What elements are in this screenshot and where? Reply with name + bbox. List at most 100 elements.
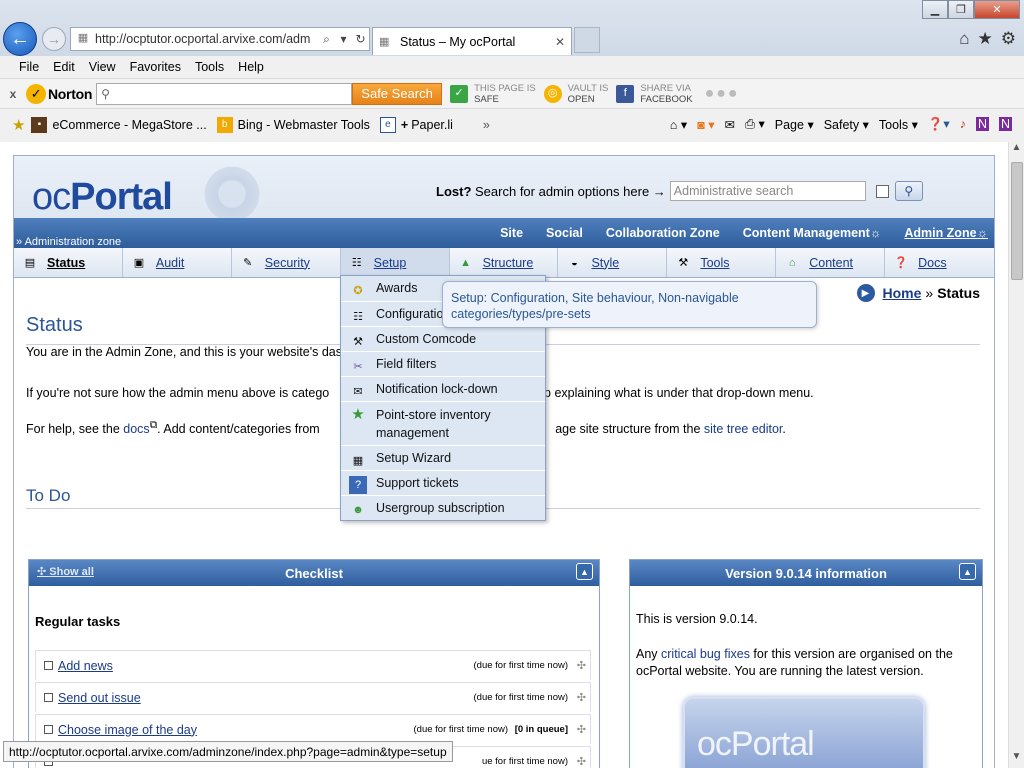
menu-file[interactable]: File [19, 60, 39, 74]
refresh-icon[interactable]: ↻ [352, 32, 369, 46]
intro-help-b: . Add content/categories from [157, 422, 324, 437]
task-checkbox[interactable] [44, 693, 53, 702]
menu-item-setup-wizard[interactable]: ▦ Setup Wizard [341, 446, 545, 471]
site-logo[interactable]: ocPortal [32, 176, 173, 219]
favorite-paperli[interactable]: e + Paper.li [379, 116, 453, 133]
safety-menu[interactable]: Safety ▾ [824, 117, 869, 132]
wrench-icon[interactable]: ✣ [577, 691, 586, 704]
show-all-link[interactable]: ✣ Show all [37, 565, 94, 578]
external-link-icon: ⧉ [149, 420, 158, 431]
tab-style[interactable]: ◒ Style [558, 248, 668, 277]
menu-favorites[interactable]: Favorites [130, 60, 181, 74]
page-menu[interactable]: Page ▾ [775, 117, 814, 132]
back-button[interactable]: ← [3, 22, 37, 56]
scroll-down-icon[interactable]: ▼ [1009, 751, 1024, 768]
rss-icon[interactable]: ◙ ▾ [697, 117, 714, 132]
task-link[interactable]: Send out issue [58, 691, 141, 705]
collapse-icon[interactable]: ▲ [576, 563, 593, 580]
search-go-button[interactable]: ⚲ [894, 181, 923, 201]
maximize-button[interactable]: ❐ [948, 0, 974, 19]
settings-gear-icon[interactable]: ⚙ [1001, 29, 1016, 49]
task-checkbox[interactable] [44, 661, 53, 670]
menu-item-custom-comcode[interactable]: ⚒ Custom Comcode [341, 327, 545, 352]
safe-search-button[interactable]: Safe Search [352, 82, 443, 105]
favorites-star-icon[interactable]: ★ [12, 116, 25, 134]
addon-icon[interactable]: ♪ [960, 117, 966, 131]
tab-structure[interactable]: ▲ Structure [450, 248, 559, 277]
version-header: Version 9.0.14 information ▲ [630, 560, 982, 586]
admin-search-input[interactable]: Administrative search [669, 181, 866, 201]
tab-audit[interactable]: ▣ Audit [123, 248, 232, 277]
critical-bug-fixes-link[interactable]: critical bug fixes [661, 647, 750, 661]
menu-item-usergroup-subscription[interactable]: ☻ Usergroup subscription [341, 496, 545, 521]
wrench-icon[interactable]: ✣ [577, 723, 586, 736]
menu-item-point-store[interactable]: ★ Point-store inventory management [341, 402, 545, 446]
breadcrumb-home[interactable]: Home [883, 285, 922, 301]
task-link[interactable]: Choose image of the day [58, 723, 197, 737]
zone-collaboration[interactable]: Collaboration Zone [606, 226, 720, 240]
task-due: (due for first time now) [473, 660, 569, 671]
onenote-icon[interactable]: N [975, 117, 989, 131]
menu-view[interactable]: View [89, 60, 116, 74]
search-checkbox[interactable] [875, 184, 889, 198]
home-icon[interactable]: ⌂ [959, 29, 969, 49]
mail-icon[interactable]: ✉ [725, 117, 735, 132]
chevron-more-icon[interactable]: » [483, 118, 490, 132]
browser-tab[interactable]: ▦ Status – My ocPortal ✕ [372, 27, 572, 55]
zone-label: » Administration zone [16, 236, 122, 248]
new-tab-button[interactable] [574, 27, 600, 53]
vertical-scrollbar[interactable]: ▲ ▼ [1008, 142, 1024, 768]
print-icon[interactable]: ⎙ ▾ [745, 116, 765, 132]
more-dots-icon[interactable]: ●●● [705, 85, 740, 103]
address-bar[interactable]: ▦ http://ocptutor.ocportal.arvixe.com/ad… [70, 27, 370, 51]
scroll-up-icon[interactable]: ▲ [1009, 142, 1024, 159]
version-info-a: Any [636, 647, 662, 661]
docs-link[interactable]: docs [123, 422, 149, 436]
minimize-button[interactable]: ▁ [922, 0, 948, 19]
tab-docs[interactable]: ❓ Docs [885, 248, 994, 277]
address-url[interactable]: http://ocptutor.ocportal.arvixe.com/adm [95, 32, 318, 46]
favorite-megastore[interactable]: ▪ eCommerce - MegaStore ... [31, 116, 207, 133]
menu-item-support-tickets[interactable]: ? Support tickets [341, 471, 545, 496]
menu-tools[interactable]: Tools [195, 60, 224, 74]
tab-close-icon[interactable]: ✕ [555, 35, 571, 49]
wrench-icon[interactable]: ✣ [577, 755, 586, 768]
site-tree-editor-link[interactable]: site tree editor [704, 422, 783, 436]
onenote-send-icon[interactable]: N [998, 117, 1012, 131]
task-checkbox[interactable] [44, 725, 53, 734]
zone-admin[interactable]: Admin Zone☼ [904, 226, 988, 240]
norton-close-button[interactable]: x [0, 87, 26, 101]
close-window-button[interactable]: ✕ [974, 0, 1020, 19]
help-icon[interactable]: ❓▾ [928, 116, 950, 132]
collapse-icon[interactable]: ▲ [959, 563, 976, 580]
tab-security[interactable]: ✎ Security [232, 248, 341, 277]
task-link[interactable]: Add news [58, 659, 113, 673]
scroll-thumb[interactable] [1011, 162, 1023, 280]
usergroup-icon: ☻ [352, 504, 364, 516]
search-icon[interactable]: ⌕ [318, 32, 335, 47]
norton-search-input[interactable]: ⚲ [96, 82, 353, 105]
version-info: Any critical bug fixes for this version … [636, 646, 976, 680]
tab-content[interactable]: ⌂ Content [776, 248, 886, 277]
menu-help[interactable]: Help [238, 60, 264, 74]
forward-button[interactable]: → [42, 27, 66, 51]
tab-setup[interactable]: ☷ Setup [340, 248, 450, 277]
tools-menu[interactable]: Tools ▾ [879, 117, 918, 132]
zone-site[interactable]: Site [500, 226, 523, 240]
dropdown-icon[interactable]: ▾ [335, 32, 352, 46]
zone-social[interactable]: Social [546, 226, 583, 240]
ocportal-promo-logo[interactable]: ocPortal [683, 697, 925, 768]
share-facebook[interactable]: f SHARE VIA FACEBOOK [616, 83, 693, 105]
vault-status[interactable]: ◎ VAULT IS OPEN [543, 83, 608, 105]
tab-status[interactable]: ▤ Status [14, 248, 123, 277]
menu-edit[interactable]: Edit [53, 60, 75, 74]
page-safe-status[interactable]: ✓ THIS PAGE IS SAFE [450, 83, 536, 105]
favorites-star-icon[interactable]: ★ [978, 29, 993, 49]
home-icon[interactable]: ⌂ ▾ [670, 117, 687, 132]
menu-item-notification-lockdown[interactable]: ✉ Notification lock-down [341, 377, 545, 402]
menu-item-field-filters[interactable]: ✂ Field filters [341, 352, 545, 377]
wrench-icon[interactable]: ✣ [577, 659, 586, 672]
zone-content-management[interactable]: Content Management☼ [743, 226, 882, 240]
tab-tools[interactable]: ⚒ Tools [667, 248, 777, 277]
favorite-bing[interactable]: b Bing - Webmaster Tools [216, 116, 370, 133]
